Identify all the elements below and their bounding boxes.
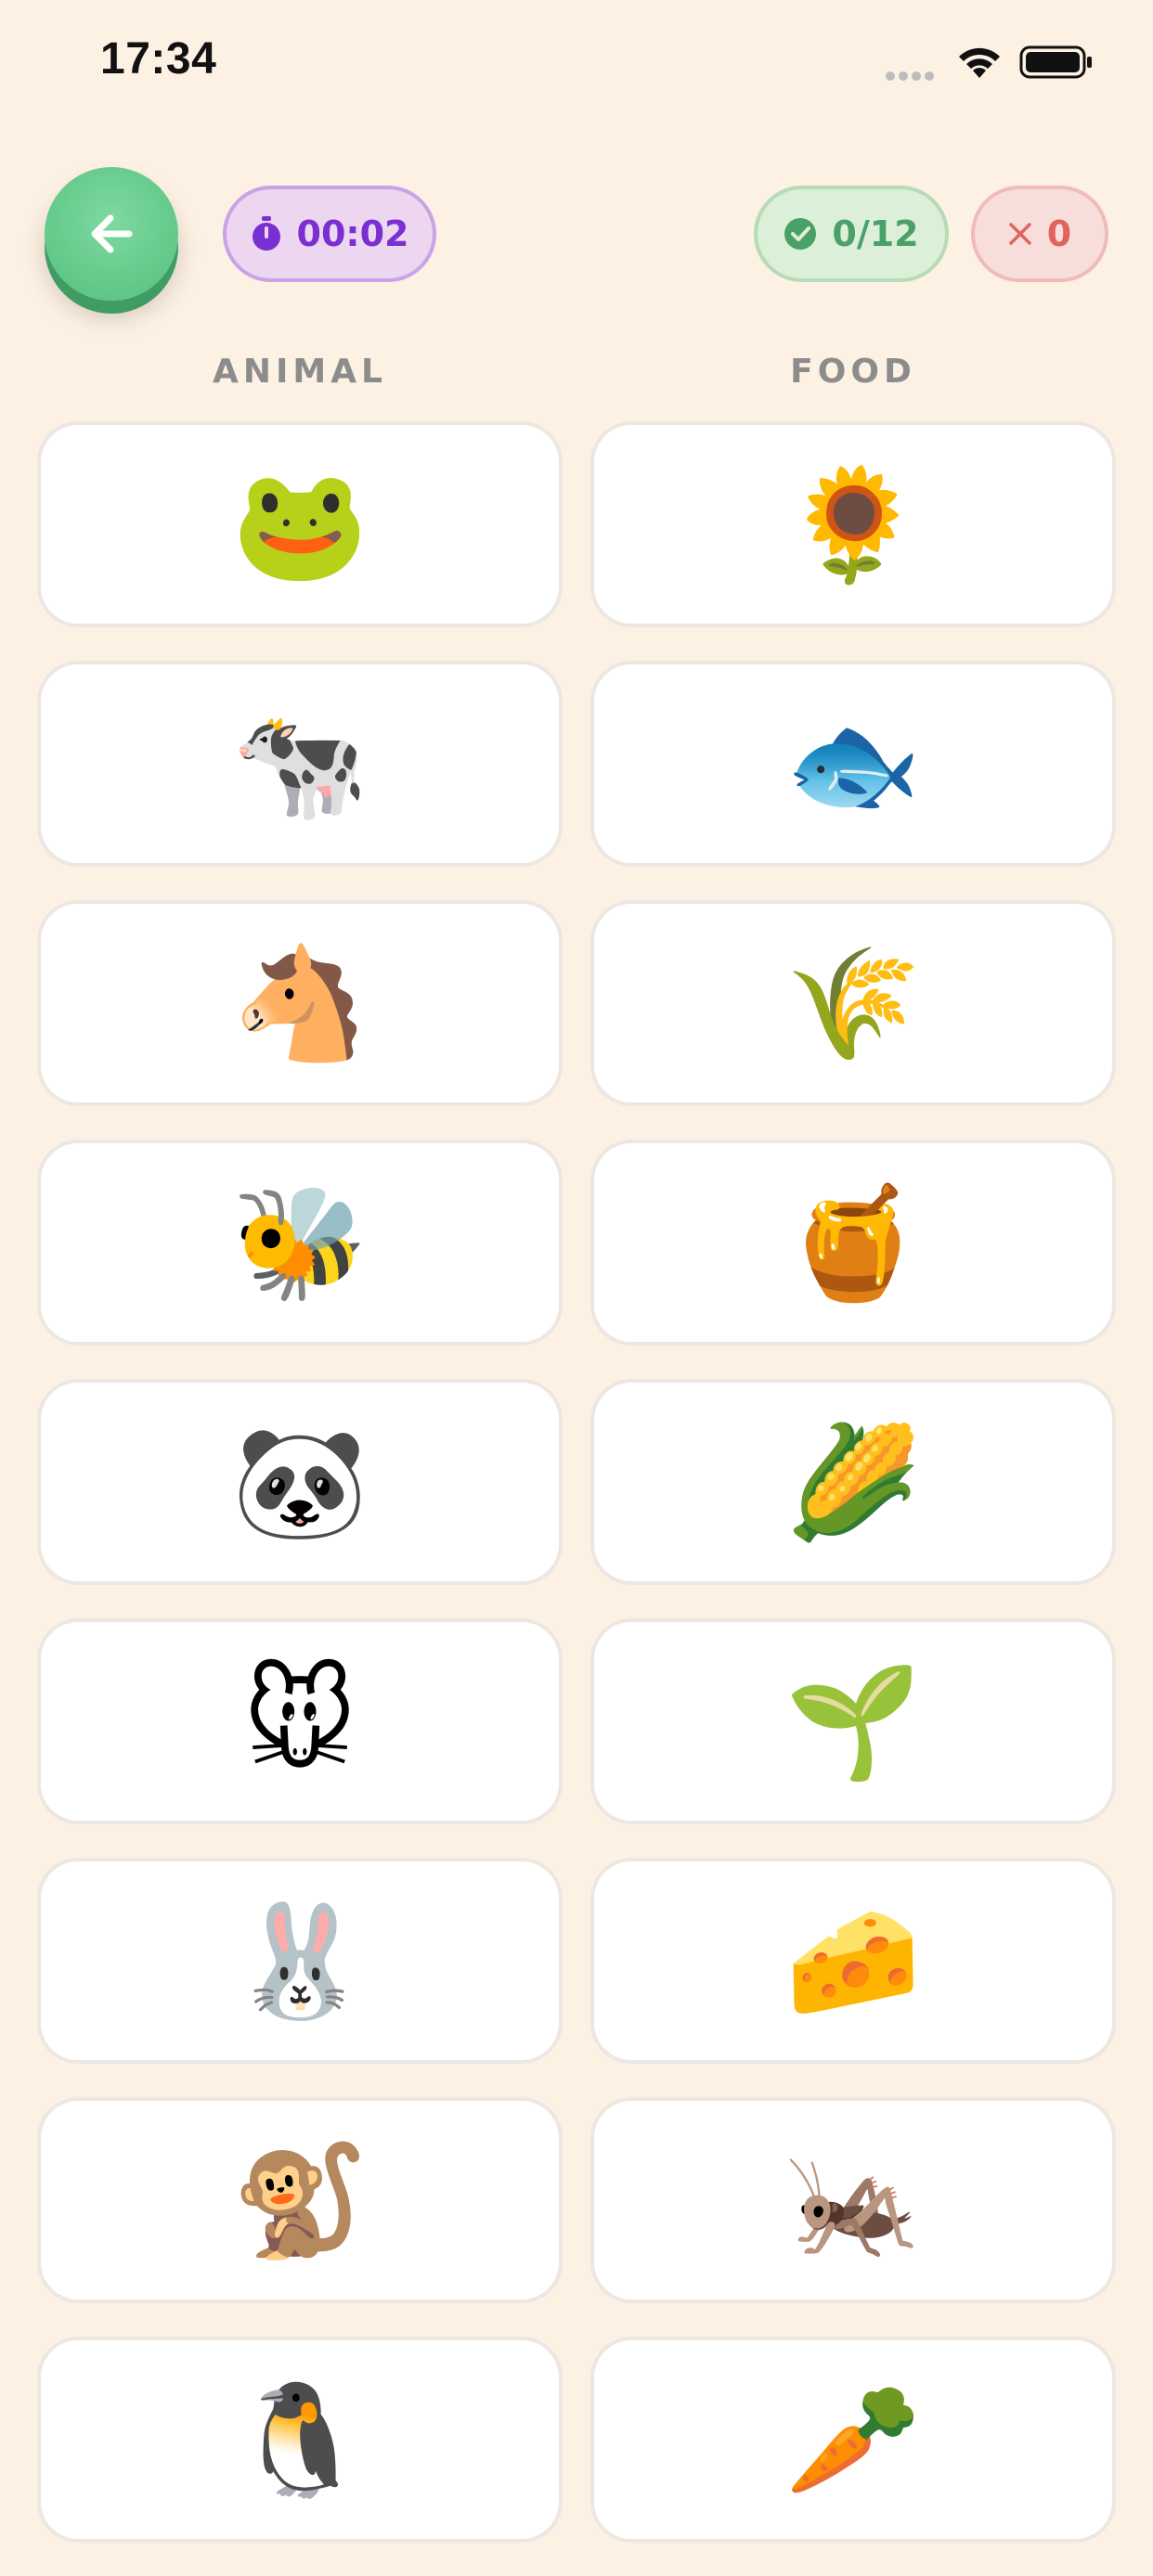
close-icon (1008, 222, 1032, 246)
animal-card[interactable]: 🐰 (37, 1858, 563, 2064)
food-card[interactable]: 🍯 (590, 1140, 1116, 1346)
correct-count-value: 0/12 (832, 213, 919, 254)
status-time: 17:34 (100, 34, 217, 84)
wheat-icon: 🌾 (784, 939, 922, 1067)
column-header-animal: ANIMAL (212, 353, 387, 391)
correct-count-badge: 0/12 (754, 186, 949, 282)
food-card[interactable]: 🌾 (590, 900, 1116, 1106)
fish-icon: 🐟 (784, 700, 922, 828)
carrot-icon: 🥕 (784, 2376, 922, 2504)
animal-card[interactable]: 🐭 (37, 1618, 563, 1824)
food-card[interactable]: 🌻 (590, 421, 1116, 627)
food-card[interactable]: 🥕 (590, 2337, 1116, 2543)
food-card[interactable]: 🌽 (590, 1379, 1116, 1585)
cheese-icon: 🧀 (784, 1897, 922, 2025)
food-card-column: 🌻 🐟 🌾 🍯 🌽 🌱 🧀 🦗 🥕 (590, 421, 1116, 2576)
animal-card[interactable]: 🐄 (37, 661, 563, 867)
stopwatch-icon (251, 216, 282, 251)
frog-icon: 🐸 (231, 460, 369, 588)
food-card[interactable]: 🦗 (590, 2097, 1116, 2303)
wifi-icon (959, 47, 1000, 78)
corn-icon: 🌽 (784, 1418, 922, 1546)
cow-icon: 🐄 (231, 700, 369, 828)
timer-value: 00:02 (296, 213, 409, 254)
status-bar: 17:34 (0, 0, 1153, 130)
sunflower-icon: 🌻 (784, 460, 922, 588)
penguin-icon: 🐧 (231, 2376, 369, 2504)
animal-card[interactable]: 🐒 (37, 2097, 563, 2303)
animal-card[interactable]: 🐸 (37, 421, 563, 627)
horse-icon: 🐴 (231, 939, 369, 1067)
wrong-count-value: 0 (1046, 213, 1072, 254)
column-header-food: FOOD (790, 353, 916, 391)
mouse-icon: 🐭 (242, 1657, 357, 1785)
bee-icon: 🐝 (231, 1179, 369, 1307)
animal-card[interactable]: 🐼 (37, 1379, 563, 1585)
check-circle-icon (784, 217, 817, 251)
battery-icon (1019, 45, 1092, 79)
grass-icon: 🌱 (784, 1657, 922, 1785)
timer-badge: 00:02 (223, 186, 436, 282)
animal-card[interactable]: 🐝 (37, 1140, 563, 1346)
panda-icon: 🐼 (231, 1418, 369, 1546)
food-card[interactable]: 🧀 (590, 1858, 1116, 2064)
monkey-icon: 🐒 (231, 2136, 369, 2264)
signal-dots-icon (886, 67, 938, 84)
animal-card[interactable]: 🐧 (37, 2337, 563, 2543)
honey-pot-icon: 🍯 (784, 1179, 922, 1307)
food-card[interactable]: 🐟 (590, 661, 1116, 867)
wrong-count-badge: 0 (971, 186, 1108, 282)
animal-card-column: 🐸 🐄 🐴 🐝 🐼 🐭 🐰 🐒 🐧 (37, 421, 563, 2576)
arrow-left-icon (91, 214, 133, 253)
back-button[interactable] (45, 167, 178, 301)
animal-card[interactable]: 🐴 (37, 900, 563, 1106)
cricket-icon: 🦗 (784, 2136, 922, 2264)
rabbit-icon: 🐰 (231, 1897, 369, 2025)
food-card[interactable]: 🌱 (590, 1618, 1116, 1824)
